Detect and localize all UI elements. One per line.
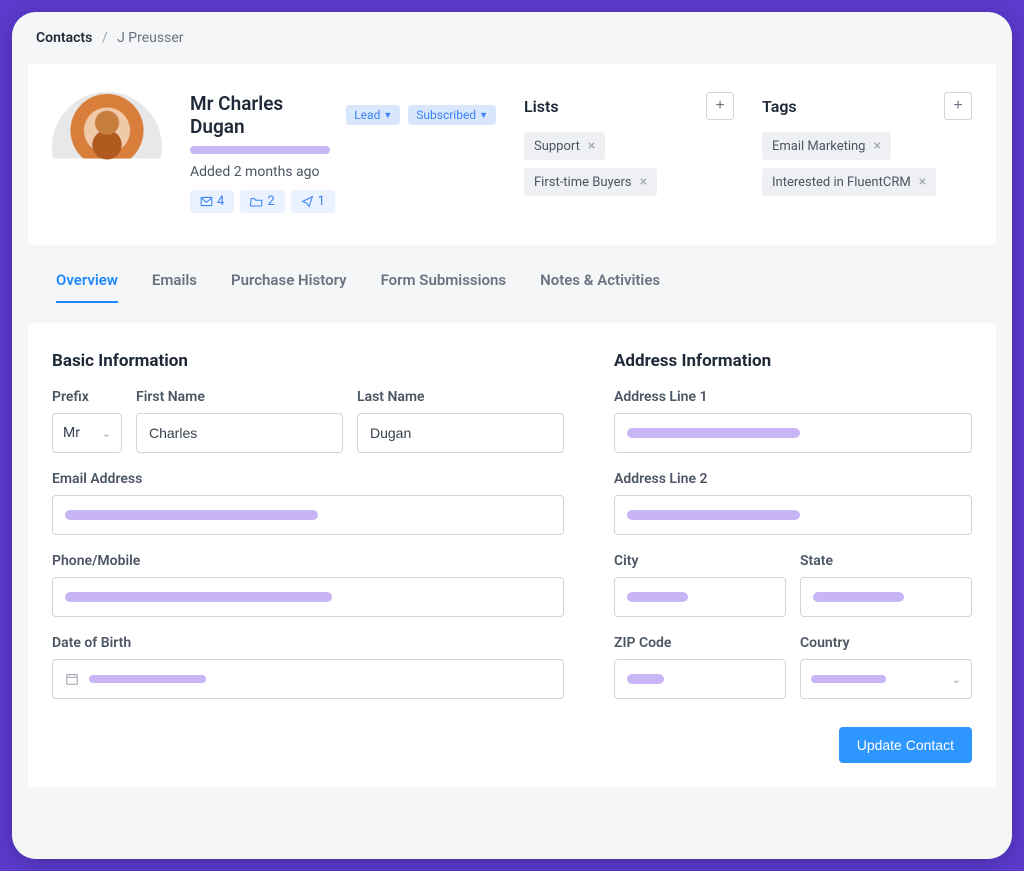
tags-title: Tags xyxy=(762,97,797,116)
tag-chip: Email Marketing × xyxy=(762,132,891,160)
caret-down-icon: ▼ xyxy=(383,110,392,121)
address-info-column: Address Information Address Line 1 Addre… xyxy=(614,351,972,717)
redacted-value xyxy=(65,592,332,602)
tags-column: Tags + Email Marketing × Interested in F… xyxy=(762,92,972,213)
envelope-icon xyxy=(200,195,213,208)
zip-input[interactable] xyxy=(614,659,786,699)
stat-chips: 4 2 1 xyxy=(190,190,496,213)
added-date-text: Added 2 months ago xyxy=(190,164,496,180)
breadcrumb-current: J Preusser xyxy=(117,30,183,46)
prefix-value: Mr xyxy=(63,425,80,441)
breadcrumb-separator: / xyxy=(102,30,108,46)
country-select[interactable]: ⌄ xyxy=(800,659,972,699)
chevron-down-icon: ⌄ xyxy=(102,427,111,440)
contact-status-label: Subscribed xyxy=(416,108,476,122)
overview-form: Basic Information Prefix Mr ⌄ First Name xyxy=(28,323,996,787)
redacted-value xyxy=(627,674,664,684)
address1-label: Address Line 1 xyxy=(614,389,972,405)
stat-emails-count: 4 xyxy=(217,194,224,209)
list-chip-label: First-time Buyers xyxy=(534,175,632,190)
email-label: Email Address xyxy=(52,471,564,487)
email-input[interactable] xyxy=(52,495,564,535)
tab-notes-activities[interactable]: Notes & Activities xyxy=(540,271,660,303)
country-label: Country xyxy=(800,635,972,651)
remove-tag-icon[interactable]: × xyxy=(873,138,880,154)
last-name-input[interactable] xyxy=(357,413,564,453)
redacted-value xyxy=(627,510,800,520)
state-label: State xyxy=(800,553,972,569)
add-list-button[interactable]: + xyxy=(706,92,734,120)
stat-emails[interactable]: 4 xyxy=(190,190,234,213)
list-chip: First-time Buyers × xyxy=(524,168,657,196)
prefix-select[interactable]: Mr ⌄ xyxy=(52,413,122,453)
city-input[interactable] xyxy=(614,577,786,617)
remove-list-icon[interactable]: × xyxy=(588,138,595,154)
redacted-value xyxy=(627,428,800,438)
contact-type-badge[interactable]: Lead ▼ xyxy=(346,105,400,125)
tag-chip-label: Interested in FluentCRM xyxy=(772,175,911,190)
zip-label: ZIP Code xyxy=(614,635,786,651)
tab-emails[interactable]: Emails xyxy=(152,271,197,303)
tab-form-submissions[interactable]: Form Submissions xyxy=(381,271,507,303)
tag-chip: Interested in FluentCRM × xyxy=(762,168,936,196)
app-window: Contacts / J Preusser Mr Charles Dugan L… xyxy=(12,12,1012,859)
profile-redacted-line xyxy=(190,146,330,154)
tabs: Overview Emails Purchase History Form Su… xyxy=(28,245,996,303)
stat-sends[interactable]: 1 xyxy=(291,190,335,213)
city-label: City xyxy=(614,553,786,569)
phone-label: Phone/Mobile xyxy=(52,553,564,569)
add-tag-button[interactable]: + xyxy=(944,92,972,120)
avatar xyxy=(52,92,162,202)
first-name-label: First Name xyxy=(136,389,343,405)
send-icon xyxy=(301,195,314,208)
caret-down-icon: ▼ xyxy=(479,110,488,121)
remove-tag-icon[interactable]: × xyxy=(919,174,926,190)
address2-label: Address Line 2 xyxy=(614,471,972,487)
tab-overview[interactable]: Overview xyxy=(56,271,118,303)
stat-folders-count: 2 xyxy=(267,194,274,209)
tab-purchase-history[interactable]: Purchase History xyxy=(231,271,347,303)
address1-input[interactable] xyxy=(614,413,972,453)
chevron-down-icon: ⌄ xyxy=(952,673,961,686)
lists-title: Lists xyxy=(524,97,559,116)
list-chip-label: Support xyxy=(534,139,580,154)
state-input[interactable] xyxy=(800,577,972,617)
last-name-label: Last Name xyxy=(357,389,564,405)
contact-name: Mr Charles Dugan xyxy=(190,92,338,138)
first-name-input[interactable] xyxy=(136,413,343,453)
breadcrumb-root[interactable]: Contacts xyxy=(36,30,92,46)
basic-info-column: Basic Information Prefix Mr ⌄ First Name xyxy=(52,351,564,717)
remove-list-icon[interactable]: × xyxy=(640,174,647,190)
address2-input[interactable] xyxy=(614,495,972,535)
tag-chip-label: Email Marketing xyxy=(772,139,865,154)
contact-type-label: Lead xyxy=(354,108,380,122)
folder-icon xyxy=(250,195,263,208)
profile-main: Mr Charles Dugan Lead ▼ Subscribed ▼ Add… xyxy=(190,92,496,213)
redacted-value xyxy=(813,592,904,602)
address-info-title: Address Information xyxy=(614,351,972,371)
redacted-value xyxy=(89,675,206,683)
redacted-value xyxy=(65,510,318,520)
update-contact-button[interactable]: Update Contact xyxy=(839,727,972,763)
stat-folders[interactable]: 2 xyxy=(240,190,284,213)
breadcrumb: Contacts / J Preusser xyxy=(12,12,1012,64)
phone-input[interactable] xyxy=(52,577,564,617)
contact-header: Mr Charles Dugan Lead ▼ Subscribed ▼ Add… xyxy=(28,64,996,245)
dob-label: Date of Birth xyxy=(52,635,564,651)
redacted-value xyxy=(811,675,886,683)
redacted-value xyxy=(627,592,688,602)
calendar-icon xyxy=(65,672,79,686)
lists-column: Lists + Support × First-time Buyers × xyxy=(524,92,734,213)
basic-info-title: Basic Information xyxy=(52,351,564,371)
stat-sends-count: 1 xyxy=(318,194,325,209)
dob-input[interactable] xyxy=(52,659,564,699)
prefix-label: Prefix xyxy=(52,389,122,405)
list-chip: Support × xyxy=(524,132,605,160)
contact-status-badge[interactable]: Subscribed ▼ xyxy=(408,105,496,125)
